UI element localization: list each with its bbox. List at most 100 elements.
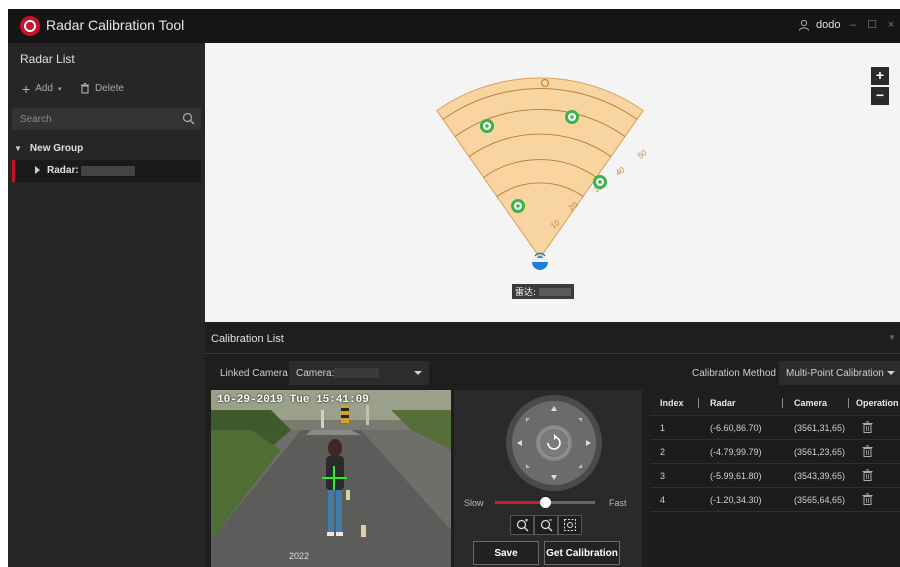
minimize-button[interactable]: – [844, 15, 862, 35]
distance-label-4: 40 [614, 165, 627, 178]
column-separator [698, 398, 699, 408]
calibration-method-select[interactable]: Multi-Point Calibration [779, 361, 900, 385]
column-header-index: Index [660, 398, 684, 408]
zoom-out-tool[interactable] [534, 515, 558, 535]
delete-button[interactable]: Delete [80, 83, 124, 94]
column-header-camera: Camera [794, 398, 828, 408]
ptz-speed-slider[interactable] [495, 497, 595, 508]
cell-index: 2 [660, 447, 666, 457]
calibration-method-label: Calibration Method [692, 368, 776, 379]
chevron-down-icon [414, 371, 422, 375]
column-separator [782, 398, 783, 408]
calibration-table: Index Radar Camera Operation 1 (-6.60,86… [650, 390, 900, 567]
radar-map[interactable]: 10 20 30 40 50 [205, 43, 900, 322]
cell-camera: (3561,31,65) [794, 423, 846, 433]
table-row[interactable]: 3 (-5.99,61.80) (3543,39,65) [650, 464, 900, 488]
ptz-zoom-tools [510, 515, 582, 535]
plus-icon: + [22, 80, 31, 97]
caret-down-icon: ▼ [14, 144, 22, 153]
user-name[interactable]: dodo [816, 19, 840, 31]
cell-camera: (3561,23,65) [794, 447, 846, 457]
camera-select[interactable]: Camera: [289, 361, 429, 385]
add-button[interactable]: + Add ▾ [22, 80, 62, 97]
app-window: Radar Calibration Tool dodo – ☐ × Radar … [8, 9, 900, 567]
target-marker [565, 110, 579, 124]
zoom-in-tool[interactable] [510, 515, 534, 535]
ptz-joystick [506, 395, 602, 491]
ptz-speed-fill [495, 501, 545, 504]
calibration-title: Calibration List [211, 333, 284, 345]
search-input[interactable] [12, 108, 172, 130]
cell-index: 3 [660, 471, 666, 481]
trash-icon[interactable] [862, 469, 873, 481]
app-logo-icon [20, 16, 40, 36]
cell-radar: (-4.79,99.79) [710, 447, 762, 457]
collapse-icon[interactable]: ▼ [888, 333, 896, 342]
cell-radar: (-6.60,86.70) [710, 423, 762, 433]
table-header: Index Radar Camera Operation [650, 390, 900, 416]
tree-group-new-group[interactable]: ▼ New Group [14, 143, 83, 154]
calibration-header: Calibration List ▼ [205, 322, 900, 354]
radar-name-redacted [81, 166, 135, 176]
map-zoom-in-button[interactable]: + [871, 67, 889, 85]
save-button[interactable]: Save [473, 541, 539, 565]
camera-scene [211, 390, 451, 567]
target-marker [593, 175, 607, 189]
radar-list-sidebar: Radar List + Add ▾ Delete ▼ New Group [8, 43, 205, 567]
close-button[interactable]: × [882, 15, 900, 35]
speed-fast-label: Fast [609, 498, 627, 508]
table-row[interactable]: 2 (-4.79,99.79) (3561,23,65) [650, 440, 900, 464]
maximize-button[interactable]: ☐ [863, 15, 881, 35]
delete-label: Delete [95, 83, 124, 94]
column-header-radar: Radar [710, 398, 736, 408]
target-marker [479, 119, 494, 133]
chevron-down-icon [887, 371, 895, 375]
zoom-in-icon [516, 518, 528, 531]
get-calibration-button[interactable]: Get Calibration [544, 541, 620, 565]
tree-item-radar[interactable]: Radar: [12, 160, 201, 182]
calibration-method-value: Multi-Point Calibration [786, 368, 884, 379]
cell-camera: (3565,64,65) [794, 495, 846, 505]
radar-coverage-svg: 10 20 30 40 50 [436, 77, 649, 299]
video-watermark: 2022 [289, 551, 310, 561]
camera-live-view[interactable]: 10-29-2019 Tue 15:41:09 2022 [211, 390, 451, 567]
video-timestamp: 10-29-2019 Tue 15:41:09 [217, 394, 369, 406]
search-icon[interactable] [182, 112, 195, 125]
trash-icon[interactable] [862, 493, 873, 505]
radar-map-label: 雷达: [515, 286, 536, 298]
sidebar-title: Radar List [20, 52, 75, 66]
trash-icon[interactable] [862, 421, 873, 433]
title-bar: Radar Calibration Tool dodo – ☐ × [8, 9, 900, 43]
linked-camera-label: Linked Camera [220, 368, 288, 379]
trash-icon[interactable] [862, 445, 873, 457]
table-row[interactable]: 1 (-6.60,86.70) (3561,31,65) [650, 416, 900, 440]
camera-name-redacted [334, 368, 379, 378]
speed-slow-label: Slow [464, 498, 484, 508]
trash-icon [81, 83, 89, 94]
search-box [12, 108, 201, 130]
region-zoom-tool[interactable] [558, 515, 582, 535]
group-label: New Group [29, 143, 84, 154]
cell-index: 4 [660, 495, 666, 505]
region-zoom-icon [564, 519, 576, 531]
column-header-operation: Operation [856, 398, 899, 408]
table-row[interactable]: 4 (-1.20,34.30) (3565,64,65) [650, 488, 900, 512]
target-marker [511, 199, 525, 213]
chevron-down-icon: ▾ [57, 85, 62, 93]
app-title: Radar Calibration Tool [46, 17, 185, 33]
cell-camera: (3543,39,65) [794, 471, 846, 481]
column-separator [848, 398, 849, 408]
radar-item-label: Radar: [47, 165, 79, 176]
camera-select-value: Camera: [296, 368, 335, 379]
cell-radar: (-1.20,34.30) [710, 495, 762, 505]
radar-map-label-redacted [539, 288, 571, 296]
distance-label-5: 50 [636, 148, 649, 161]
add-label: Add [35, 83, 53, 94]
user-icon[interactable] [798, 19, 810, 31]
ptz-speed-knob[interactable] [540, 497, 551, 508]
cell-index: 1 [660, 423, 666, 433]
cell-radar: (-5.99,61.80) [710, 471, 762, 481]
map-zoom-out-button[interactable]: − [871, 87, 889, 105]
caret-right-icon [35, 166, 40, 174]
sector-rotate-handle [541, 79, 549, 87]
